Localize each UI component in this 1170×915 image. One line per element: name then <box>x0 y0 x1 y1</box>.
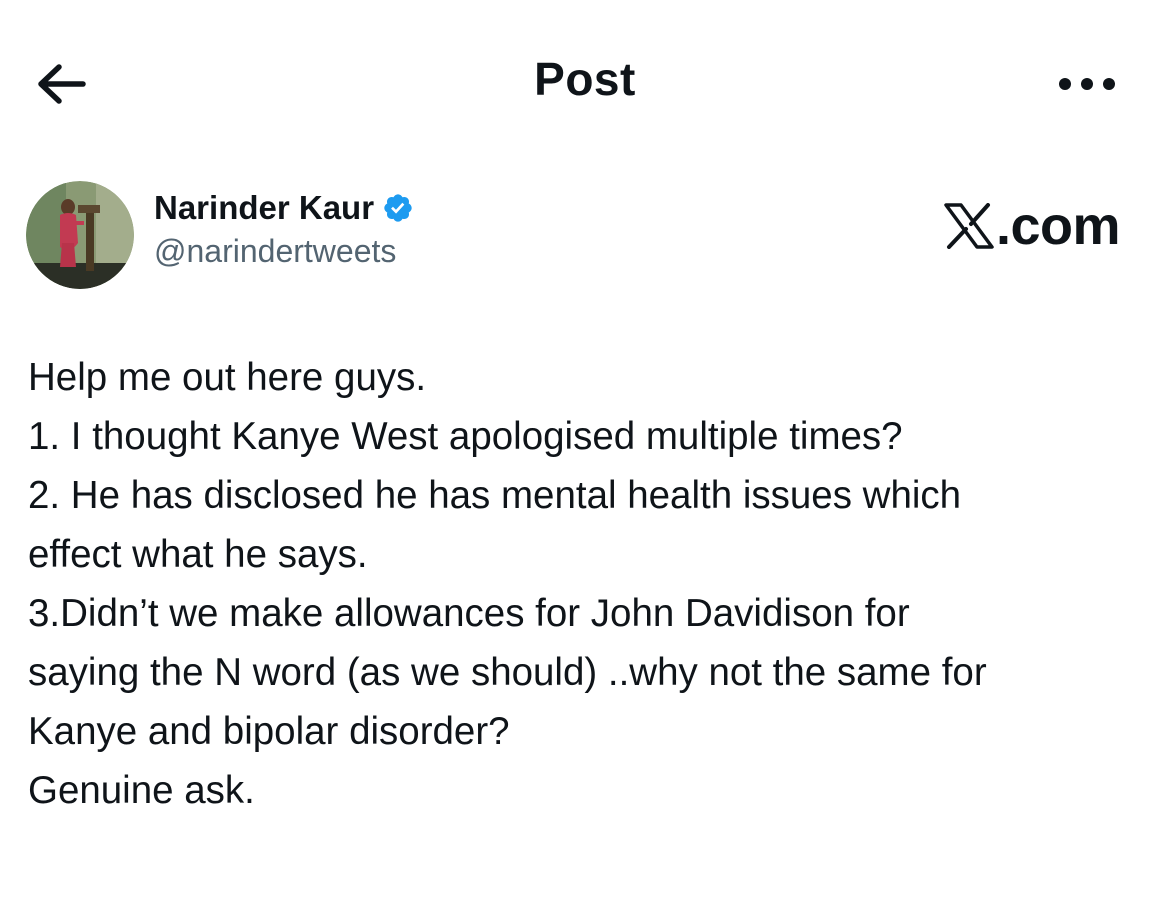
page-title: Post <box>534 53 636 105</box>
tweet-line: Kanye and bipolar disorder? <box>28 710 510 753</box>
more-options-button[interactable] <box>1054 62 1120 106</box>
tweet-line: Help me out here guys. <box>28 356 427 399</box>
author-info: Narinder Kaur @narindertweets <box>26 180 414 290</box>
ellipsis-icon <box>1058 77 1116 91</box>
verified-badge-icon <box>382 192 414 224</box>
watermark-text: .com <box>995 196 1121 256</box>
top-bar: Post <box>0 0 1170 170</box>
author-handle[interactable]: @narindertweets <box>154 230 414 272</box>
x-logo-icon <box>944 203 994 249</box>
author-name[interactable]: Narinder Kaur <box>154 188 374 228</box>
tweet-line: Genuine ask. <box>28 769 255 812</box>
tweet-line: 2. He has disclosed he has mental health… <box>28 474 962 517</box>
tweet-line: 3.Didn’t we make allowances for John Dav… <box>28 592 910 635</box>
tweet-line: effect what he says. <box>28 533 368 576</box>
tweet-line: saying the N word (as we should) ..why n… <box>28 651 987 694</box>
tweet-text: Help me out here guys. 1. I thought Kany… <box>28 348 1138 820</box>
tweet-line: 1. I thought Kanye West apologised multi… <box>28 415 903 458</box>
avatar[interactable] <box>26 181 134 289</box>
x-com-watermark: .com <box>944 195 1121 257</box>
